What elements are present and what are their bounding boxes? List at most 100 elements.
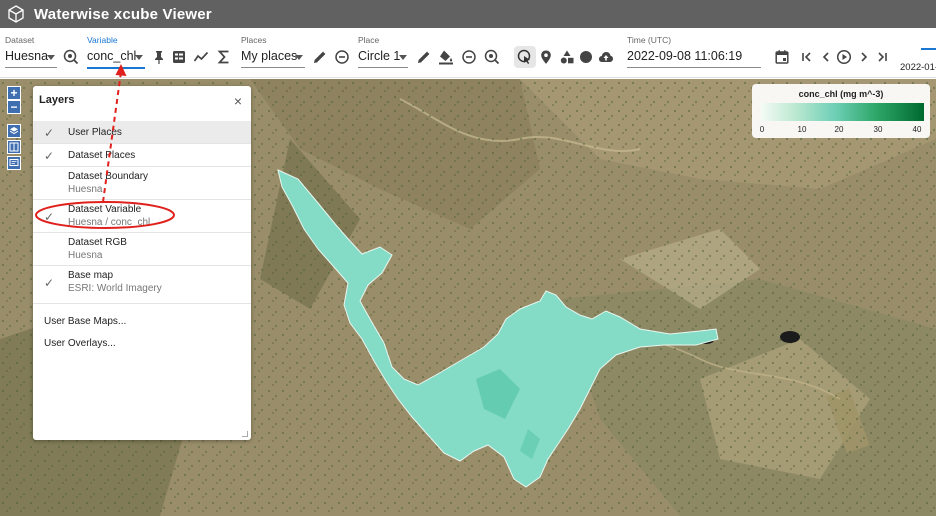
zoom-in-button[interactable]: + bbox=[7, 86, 21, 100]
zoom-out-button[interactable]: − bbox=[7, 100, 21, 114]
place-info-icon bbox=[484, 49, 500, 65]
pin-variable-button[interactable] bbox=[148, 46, 170, 68]
pin-icon bbox=[155, 51, 163, 64]
time-label: Time (UTC) bbox=[627, 35, 672, 45]
rename-place-button[interactable] bbox=[413, 46, 435, 68]
edit-icon bbox=[314, 51, 326, 63]
statistics-icon bbox=[217, 50, 229, 64]
place-label: Place bbox=[358, 35, 380, 45]
remove-icon bbox=[335, 50, 349, 64]
play-button[interactable] bbox=[833, 46, 855, 68]
check-icon: ✓ bbox=[44, 126, 55, 140]
user-base-maps-link[interactable]: User Base Maps... bbox=[44, 316, 126, 327]
last-time-button[interactable] bbox=[871, 46, 893, 68]
time-field[interactable]: Time (UTC) 2022-09-08 11:06:19 bbox=[627, 28, 761, 78]
app-title: Waterwise xcube Viewer bbox=[34, 5, 212, 23]
chevron-down-icon bbox=[135, 55, 143, 60]
info-panel-button[interactable] bbox=[7, 156, 21, 170]
places-select[interactable]: Places My places bbox=[241, 28, 305, 78]
remove-places-button[interactable] bbox=[331, 46, 353, 68]
layer-source: Huesna bbox=[68, 184, 103, 195]
remove-place-button[interactable] bbox=[458, 46, 480, 68]
check-icon: ✓ bbox=[44, 210, 55, 224]
variable-label: Variable bbox=[87, 35, 118, 45]
colorbar-legend[interactable]: conc_chl (mg m^-3) 0 10 20 30 40 bbox=[752, 84, 930, 138]
layer-item-user-places[interactable]: ✓ User Places bbox=[33, 121, 251, 144]
close-icon[interactable]: × bbox=[234, 93, 242, 109]
colorbar-tick: 0 bbox=[759, 125, 765, 134]
layer-source: Huesna bbox=[68, 250, 103, 261]
dataset-underline bbox=[5, 67, 57, 68]
dataset-info-icon bbox=[63, 49, 79, 65]
layer-item-dataset-variable[interactable]: ✓ Dataset Variable Huesna / conc_chl bbox=[33, 200, 251, 233]
colorbar bbox=[761, 103, 924, 121]
time-value: 2022-09-08 11:06:19 bbox=[627, 49, 743, 63]
point-tool-icon bbox=[541, 50, 551, 64]
places-underline bbox=[241, 67, 305, 68]
chat-icon bbox=[9, 159, 19, 166]
variable-select[interactable]: Variable conc_chl bbox=[87, 28, 145, 78]
place-value: Circle 1 bbox=[358, 49, 401, 63]
dataset-value: Huesna bbox=[5, 49, 49, 63]
previous-icon bbox=[822, 52, 829, 62]
variable-value: conc_chl bbox=[87, 49, 137, 63]
first-icon bbox=[802, 52, 811, 62]
compare-icon bbox=[173, 51, 185, 63]
layers-panel: Layers × ✓ User Places ✓ Dataset Places … bbox=[33, 86, 251, 440]
timeseries-button[interactable] bbox=[190, 46, 212, 68]
check-icon: ✓ bbox=[44, 276, 55, 290]
polygon-tool-icon bbox=[560, 50, 574, 64]
calendar-button[interactable] bbox=[771, 46, 793, 68]
paint-icon bbox=[439, 50, 453, 65]
layer-item-base-map[interactable]: ✓ Base map ESRI: World Imagery bbox=[33, 266, 251, 304]
layers-button[interactable] bbox=[7, 124, 21, 138]
circle-tool-icon bbox=[580, 51, 592, 63]
next-icon bbox=[861, 52, 868, 62]
layer-item-dataset-places[interactable]: ✓ Dataset Places bbox=[33, 144, 251, 167]
select-tool-button[interactable] bbox=[514, 46, 536, 68]
layer-source: Huesna / conc_chl bbox=[68, 217, 151, 228]
layer-name: Dataset Variable bbox=[68, 204, 142, 215]
layer-source: ESRI: World Imagery bbox=[68, 283, 162, 294]
layer-item-dataset-boundary[interactable]: Dataset Boundary Huesna bbox=[33, 167, 251, 200]
place-info-button[interactable] bbox=[481, 46, 503, 68]
time-slider-label: 2022-01- bbox=[900, 62, 936, 73]
chevron-down-icon bbox=[295, 55, 303, 60]
select-tool-icon bbox=[517, 49, 531, 64]
remove-icon bbox=[462, 50, 476, 64]
last-icon bbox=[878, 52, 887, 62]
places-value: My places bbox=[241, 49, 298, 63]
layer-name: Dataset Places bbox=[68, 150, 136, 161]
compare-button[interactable] bbox=[168, 46, 190, 68]
split-icon bbox=[9, 142, 19, 152]
layers-header: Layers × bbox=[33, 86, 251, 116]
chevron-down-icon bbox=[399, 55, 407, 60]
place-select[interactable]: Place Circle 1 bbox=[358, 28, 408, 78]
layer-item-dataset-rgb[interactable]: Dataset RGB Huesna bbox=[33, 233, 251, 266]
play-icon bbox=[836, 49, 852, 65]
layers-icon bbox=[9, 127, 19, 135]
layer-name: Dataset RGB bbox=[68, 237, 127, 248]
app-header: Waterwise xcube Viewer bbox=[0, 0, 936, 28]
resize-handle-icon[interactable] bbox=[242, 431, 248, 437]
circle-tool-button[interactable] bbox=[575, 46, 597, 68]
colorbar-tick: 10 bbox=[797, 125, 807, 134]
dataset-select[interactable]: Dataset Huesna bbox=[5, 28, 57, 78]
check-icon: ✓ bbox=[44, 149, 55, 163]
colorbar-tick: 30 bbox=[873, 125, 883, 134]
split-view-button[interactable] bbox=[7, 140, 21, 154]
variable-underline bbox=[87, 67, 145, 69]
user-overlays-link[interactable]: User Overlays... bbox=[44, 338, 116, 349]
rename-places-button[interactable] bbox=[309, 46, 331, 68]
upload-button[interactable] bbox=[595, 46, 617, 68]
style-place-button[interactable] bbox=[435, 46, 457, 68]
dataset-info-button[interactable] bbox=[60, 46, 82, 68]
layer-name: Dataset Boundary bbox=[68, 171, 149, 182]
time-slider-track[interactable] bbox=[921, 48, 936, 50]
place-underline bbox=[358, 67, 408, 68]
statistics-button[interactable] bbox=[213, 46, 235, 68]
layer-name: Base map bbox=[68, 270, 114, 281]
edit-icon bbox=[418, 51, 430, 63]
upload-icon bbox=[599, 52, 613, 62]
point-tool-button[interactable] bbox=[535, 46, 557, 68]
